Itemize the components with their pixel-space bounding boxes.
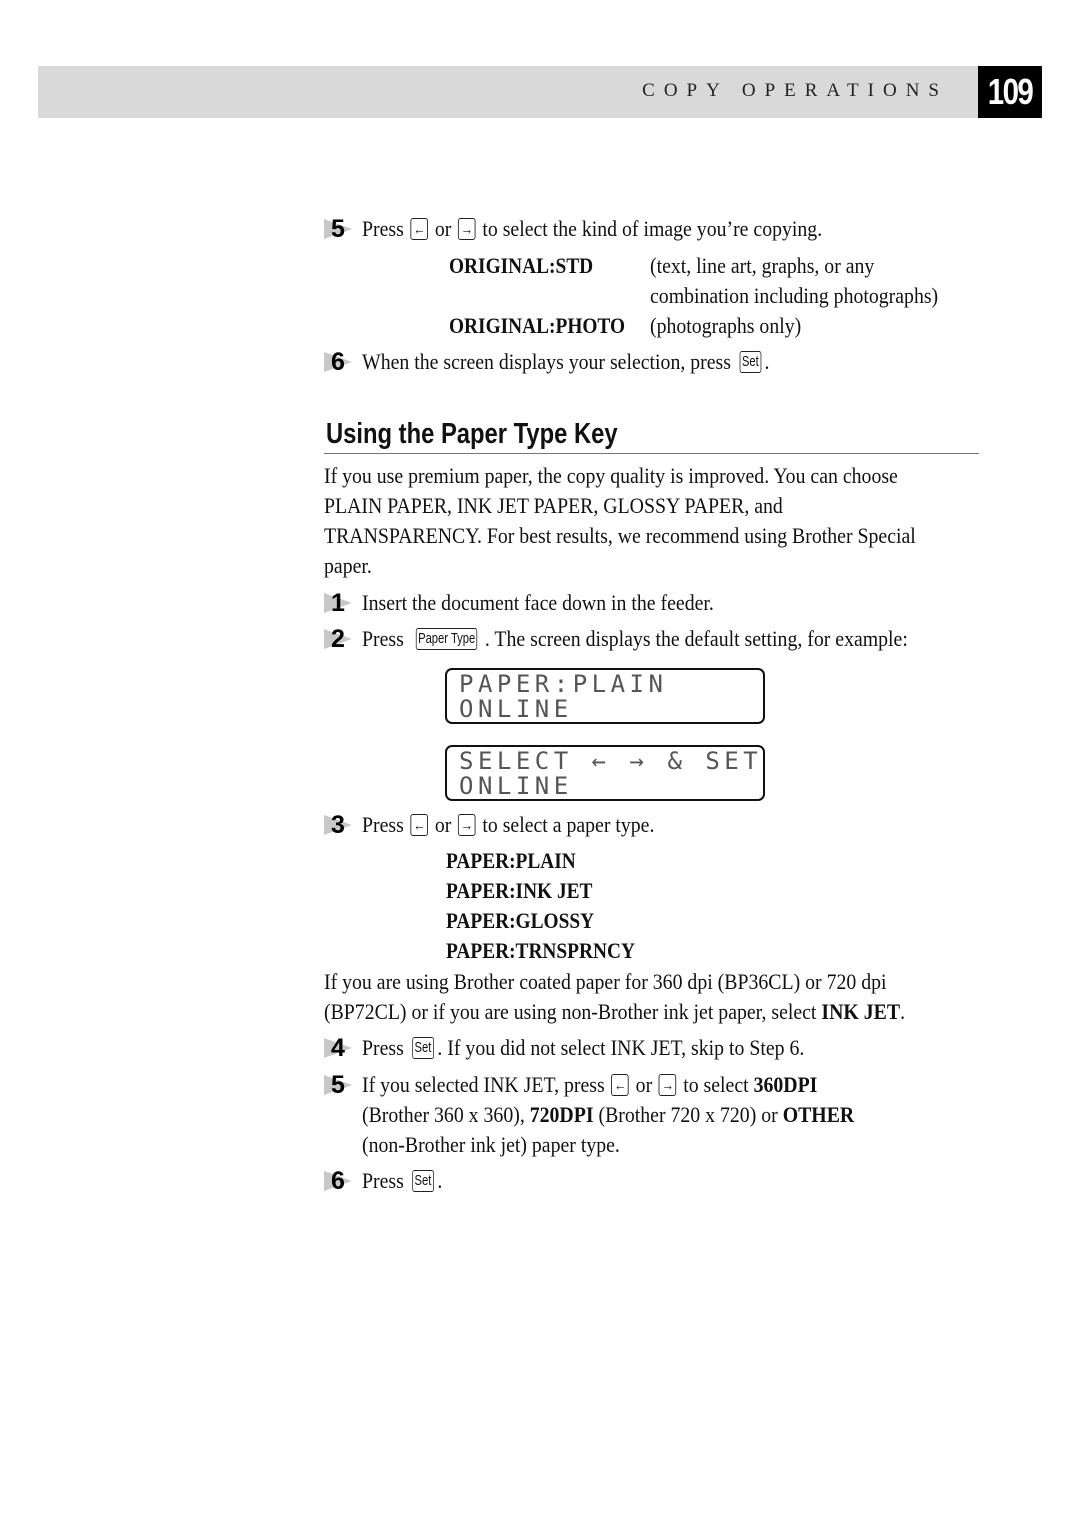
paragraph-line: If you are using Brother coated paper fo… (324, 969, 887, 994)
set-key-icon: Set (739, 350, 761, 373)
lcd-line: ONLINE (459, 772, 573, 800)
left-arrow-key-icon: ← (611, 1073, 629, 1096)
step-text: Press Set. If you did not select INK JET… (362, 1035, 805, 1060)
lcd-line: ONLINE (459, 695, 573, 723)
step-number-marker: 5 (324, 214, 360, 244)
step-1-insert: 1 (324, 588, 360, 618)
paragraph-line: paper. (324, 553, 372, 578)
step-number-marker: 1 (324, 588, 360, 618)
step-text: Press ← or → to select a paper type. (362, 812, 655, 837)
step-text: Insert the document face down in the fee… (362, 590, 714, 615)
right-arrow-key-icon: → (458, 217, 476, 240)
paper-option: PAPER:TRNSPRNCY (446, 938, 635, 963)
paper-type-key-icon: Paper Type (415, 627, 478, 650)
ink-jet-note: If you are using Brother coated paper fo… (324, 967, 984, 1027)
step-number-marker: 5 (324, 1070, 360, 1100)
paragraph-line: (BP72CL) or if you are using non-Brother… (324, 999, 906, 1024)
step-text: (Brother 360 x 360), 720DPI (Brother 720… (362, 1102, 855, 1127)
paper-option: PAPER:GLOSSY (446, 908, 595, 933)
left-arrow-key-icon: ← (410, 813, 429, 836)
option-description: (photographs only) (650, 313, 802, 338)
step-number-marker: 6 (324, 347, 360, 377)
step-2-press-paper-type: 2 (324, 624, 360, 654)
step-number-marker: 2 (324, 624, 360, 654)
step-text: When the screen displays your selection,… (362, 349, 770, 374)
option-original-photo: ORIGINAL:PHOTO (449, 313, 626, 338)
section-heading: Using the Paper Type Key (326, 418, 618, 450)
option-description: (text, line art, graphs, or any (650, 253, 875, 278)
right-arrow-key-icon: → (458, 813, 476, 836)
step-number-marker: 4 (324, 1033, 360, 1063)
option-description: combination including photographs) (650, 283, 939, 308)
intro-paragraph: If you use premium paper, the copy quali… (324, 461, 984, 581)
right-arrow-key-icon: → (658, 1073, 677, 1096)
paper-option: PAPER:PLAIN (446, 848, 576, 873)
step-6-confirm: 6 (324, 347, 360, 377)
step-3-select-paper: 3 (324, 810, 360, 840)
set-key-icon: Set (412, 1036, 434, 1059)
step-number-marker: 3 (324, 810, 360, 840)
step-text: Press Paper Type. The screen displays th… (362, 626, 908, 651)
paper-option: PAPER:INK JET (446, 878, 593, 903)
running-header-title: COPY OPERATIONS (642, 80, 948, 101)
step-number-marker: 6 (324, 1166, 360, 1196)
step-5-select-dpi: 5 (324, 1070, 360, 1100)
step-text: (non-Brother ink jet) paper type. (362, 1132, 620, 1157)
lcd-display: SELECT ← → & SET ONLINE (445, 745, 765, 801)
set-key-icon: Set (412, 1169, 434, 1192)
paragraph-line: TRANSPARENCY. For best results, we recom… (324, 523, 916, 548)
page-number: 109 (978, 66, 1042, 118)
step-6-press-set: 6 (324, 1166, 360, 1196)
step-text: Press Set. (362, 1168, 443, 1193)
step-5-image-kind: 5 (324, 214, 360, 244)
lcd-line: PAPER:PLAIN (459, 670, 668, 698)
lcd-display: PAPER:PLAIN ONLINE (445, 668, 765, 724)
step-text: If you selected INK JET, press ← or → to… (362, 1072, 818, 1097)
section-divider (324, 453, 979, 454)
option-original-std: ORIGINAL:STD (449, 253, 594, 278)
lcd-line: SELECT ← → & SET (459, 747, 763, 775)
step-text: Press ← or → to select the kind of image… (362, 216, 823, 241)
step-4-press-set: 4 (324, 1033, 360, 1063)
paragraph-line: If you use premium paper, the copy quali… (324, 463, 898, 488)
paragraph-line: PLAIN PAPER, INK JET PAPER, GLOSSY PAPER… (324, 493, 783, 518)
left-arrow-key-icon: ← (410, 217, 429, 240)
